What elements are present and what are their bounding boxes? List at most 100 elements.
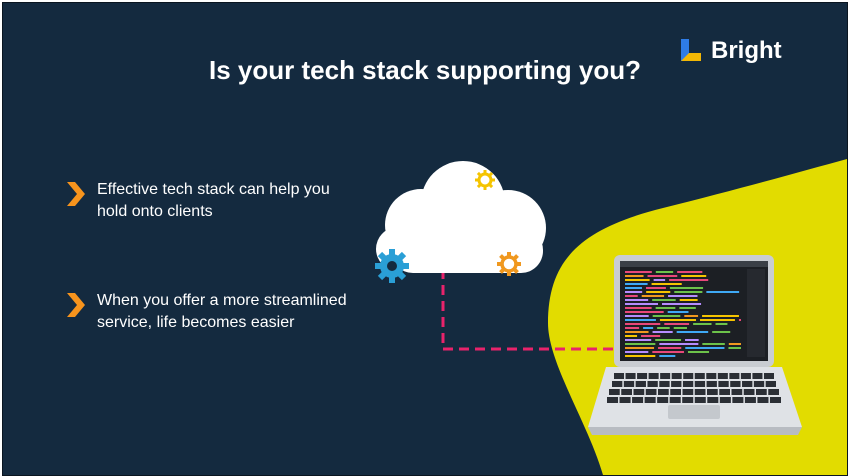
code-line: [679, 307, 696, 309]
code-line: [646, 291, 671, 293]
code-line: [641, 335, 661, 337]
keyboard-key: [717, 373, 728, 379]
code-line: [673, 327, 687, 329]
keyboard-key: [644, 397, 656, 403]
brand-logo: Bright: [679, 37, 782, 65]
code-line: [625, 299, 649, 301]
keyboard-key: [694, 397, 706, 403]
keyboard-key: [694, 373, 705, 379]
chevron-right-icon: [67, 293, 85, 317]
code-line: [702, 315, 739, 317]
code-line: [655, 307, 676, 309]
code-line: [625, 319, 656, 321]
code-line: [625, 303, 658, 305]
slide: Is your tech stack supporting you? Brigh…: [2, 2, 848, 476]
code-line: [658, 347, 682, 349]
keyboard-key: [729, 373, 740, 379]
code-line: [685, 347, 725, 349]
keyboard-key: [647, 381, 658, 387]
keyboard-key: [682, 381, 694, 387]
keyboard-key: [619, 397, 631, 403]
keyboard-key: [682, 389, 694, 395]
code-line: [625, 351, 649, 353]
keyboard-key: [660, 373, 671, 379]
code-line: [685, 339, 699, 341]
code-line: [674, 291, 703, 293]
keyboard-key: [682, 397, 694, 403]
keyboard-key: [707, 389, 718, 395]
code-line: [625, 327, 640, 329]
code-line: [684, 315, 699, 317]
code-line: [715, 323, 728, 325]
code-line: [700, 319, 735, 321]
keyboard-key: [645, 389, 657, 395]
keyboard-key: [621, 389, 632, 395]
code-line: [659, 343, 699, 345]
code-line: [625, 287, 642, 289]
code-line: [677, 271, 703, 273]
keyboard-key: [719, 397, 731, 403]
code-line: [667, 311, 689, 313]
bullet-item: Effective tech stack can help you hold o…: [63, 179, 352, 223]
keyboard-key: [740, 373, 751, 379]
code-line: [625, 279, 650, 281]
trackpad: [668, 405, 720, 419]
keyboard-key: [671, 381, 682, 387]
code-line: [659, 319, 697, 321]
keyboard-key: [670, 389, 681, 395]
keyboard-key: [614, 373, 625, 379]
keyboard-key: [635, 381, 646, 387]
code-line: [651, 283, 682, 285]
code-line: [659, 355, 676, 357]
keyboard-key: [659, 381, 670, 387]
bullet-text: When you offer a more streamlined servic…: [97, 292, 347, 331]
code-line: [625, 315, 649, 317]
keyboard-key: [732, 397, 744, 403]
bullet-text: Effective tech stack can help you hold o…: [97, 181, 330, 220]
code-line: [676, 331, 709, 333]
keyboard-key: [756, 389, 767, 395]
code-line: [625, 323, 661, 325]
code-line: [652, 315, 681, 317]
keyboard-key: [637, 373, 648, 379]
keyboard-key: [607, 397, 619, 403]
keyboard-key: [706, 381, 717, 387]
code-line: [653, 279, 666, 281]
logo-text: Bright: [711, 37, 782, 64]
code-line: [664, 323, 690, 325]
keyboard-key: [671, 373, 682, 379]
bullet-item: When you offer a more streamlined servic…: [63, 290, 352, 334]
keyboard-key: [744, 397, 756, 403]
code-line: [625, 339, 652, 341]
keyboard-key: [752, 373, 763, 379]
code-line: [712, 331, 731, 333]
chevron-right-icon: [67, 182, 85, 206]
keyboard-key: [765, 381, 776, 387]
code-line: [625, 331, 649, 333]
code-line: [655, 271, 674, 273]
keyboard-key: [657, 397, 669, 403]
keyboard-key: [669, 397, 681, 403]
keyboard-key: [768, 389, 779, 395]
code-line: [679, 299, 698, 301]
keyboard-key: [731, 389, 743, 395]
code-line: [728, 343, 741, 345]
keyboard-key: [763, 373, 774, 379]
code-line: [625, 311, 664, 313]
code-line: [625, 347, 655, 349]
code-line: [655, 339, 682, 341]
keyboard-key: [632, 397, 644, 403]
keyboard-key: [743, 389, 755, 395]
keyboard-key: [757, 397, 769, 403]
keyboard-key: [658, 389, 669, 395]
code-line: [625, 275, 644, 277]
keyboard-key: [623, 381, 635, 387]
code-line: [738, 319, 741, 321]
code-line: [687, 351, 710, 353]
bright-logo-icon: [681, 39, 701, 61]
code-line: [625, 307, 652, 309]
code-line: [702, 343, 725, 345]
code-line: [652, 351, 684, 353]
code-line: [661, 303, 702, 305]
keyboard-key: [718, 381, 729, 387]
